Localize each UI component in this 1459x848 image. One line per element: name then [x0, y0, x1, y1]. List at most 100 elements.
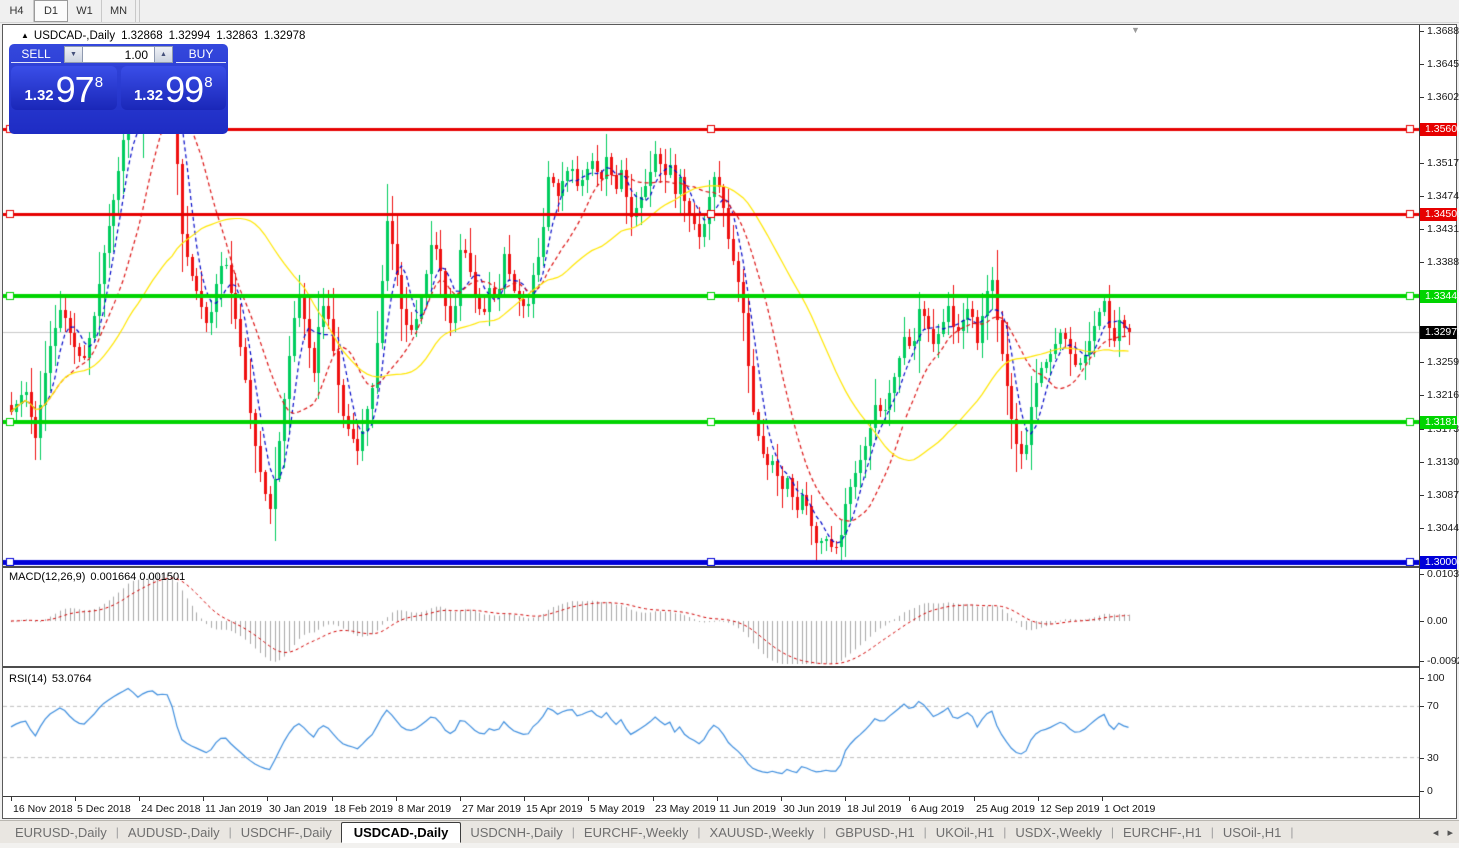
date-axis-label: 18 Jul 2019 [847, 803, 901, 815]
price-scale-tick: 1.31300 [1420, 456, 1457, 469]
price-scale-tick: 1.32590 [1420, 356, 1457, 369]
level-price-label: 1.34501 [1420, 208, 1457, 221]
chart-tab[interactable]: EURUSD-,Daily [6, 823, 116, 842]
macd-indicator-canvas[interactable] [3, 568, 1419, 666]
level-price-label: 1.31812 [1420, 416, 1457, 429]
rsi-scale-tick: 100 [1420, 672, 1457, 685]
chart-tab[interactable]: USDCNH-,Daily [461, 823, 571, 842]
date-axis-label: 24 Dec 2018 [141, 803, 201, 815]
buy-price-big: 99 [165, 73, 203, 107]
collapse-panel-icon[interactable]: ▲ [21, 31, 29, 40]
date-axis-tick [524, 797, 525, 801]
date-axis-label: 30 Jun 2019 [783, 803, 841, 815]
sell-price-button[interactable]: 1.32 97 8 [11, 66, 117, 110]
date-axis-tick [11, 797, 12, 801]
date-axis-label: 18 Feb 2019 [334, 803, 393, 815]
bid-price-label: 1.32978 [1420, 326, 1457, 339]
timeframe-d1-button[interactable]: D1 [34, 0, 68, 22]
date-axis-tick [139, 797, 140, 801]
macd-values: 0.001664 0.001501 [90, 571, 185, 583]
date-axis-tick [1102, 797, 1103, 801]
date-axis-tick [332, 797, 333, 801]
chart-tab[interactable]: UKOil-,H1 [927, 823, 1004, 842]
date-axis[interactable]: 16 Nov 2018 5 Dec 2018 24 Dec 2018 11 Jan 2… [3, 796, 1419, 818]
rsi-scale-tick: 0 [1420, 785, 1457, 798]
macd-label: MACD(12,26,9)0.001664 0.001501 [9, 571, 185, 583]
ohlc-high: 1.32994 [169, 30, 211, 42]
date-axis-label: 12 Sep 2019 [1040, 803, 1100, 815]
tab-scroll-right-icon[interactable]: ▸ [1447, 827, 1453, 839]
date-axis-label: 11 Jun 2019 [719, 803, 776, 815]
ohlc-close: 1.32978 [264, 30, 306, 42]
chart-tab-active[interactable]: USDCAD-,Daily [341, 822, 462, 843]
sell-button[interactable]: SELL [11, 46, 61, 63]
chart-symbol-label: USDCAD-,Daily [34, 30, 115, 42]
buy-button[interactable]: BUY [176, 46, 226, 63]
date-axis-tick [588, 797, 589, 801]
date-axis-tick [717, 797, 718, 801]
level-price-label: 1.35606 [1420, 123, 1457, 136]
chart-tab[interactable]: EURCHF-,H1 [1114, 823, 1211, 842]
timeframe-h4-button[interactable]: H4 [0, 0, 34, 22]
timeframe-mn-button[interactable]: MN [102, 0, 136, 22]
timeframe-toolbar: H4 D1 W1 MN [0, 0, 1459, 23]
rsi-label: RSI(14)53.0764 [9, 673, 92, 685]
rsi-scale-tick: 30 [1420, 752, 1457, 765]
sell-price-big: 97 [56, 73, 94, 107]
chart-tab[interactable]: GBPUSD-,H1 [826, 823, 923, 842]
date-axis-tick [909, 797, 910, 801]
sell-price-prefix: 1.32 [24, 85, 53, 107]
price-scale-tick: 1.30870 [1420, 489, 1457, 502]
chart-window: ▲USDCAD-,Daily1.328681.329941.328631.329… [2, 24, 1457, 819]
date-axis-tick [781, 797, 782, 801]
date-axis-tick [653, 797, 654, 801]
ohlc-open: 1.32868 [121, 30, 163, 42]
rsi-scale-tick: 70 [1420, 700, 1457, 713]
date-axis-label: 30 Jan 2019 [269, 803, 327, 815]
timeframe-w1-button[interactable]: W1 [68, 0, 102, 22]
symbol-tab-bar: EURUSD-,Daily|AUDUSD-,Daily|USDCHF-,Dail… [0, 820, 1459, 843]
price-scale-tick: 1.36020 [1420, 91, 1457, 104]
toolbar-separator [136, 0, 140, 22]
volume-input[interactable] [83, 46, 154, 63]
price-scale-tick: 1.36450 [1420, 58, 1457, 71]
date-axis-tick [1038, 797, 1039, 801]
price-scale-tick: 1.36880 [1420, 25, 1457, 38]
chart-tab[interactable]: EURCHF-,Weekly [575, 823, 698, 842]
date-axis-tick [460, 797, 461, 801]
macd-scale-tick: 0.00 [1420, 615, 1457, 628]
chart-tab[interactable]: AUDUSD-,Daily [119, 823, 229, 842]
date-axis-tick [396, 797, 397, 801]
date-axis-label: 1 Oct 2019 [1104, 803, 1155, 815]
chart-plot-area[interactable]: ▲USDCAD-,Daily1.328681.329941.328631.329… [3, 25, 1419, 818]
volume-increase-button[interactable]: ▲ [154, 46, 173, 63]
price-scale[interactable]: 1.368801.364501.360201.351701.347401.343… [1419, 25, 1456, 818]
chart-tab[interactable]: XAUUSD-,Weekly [701, 823, 824, 842]
level-price-label: 1.33449 [1420, 290, 1457, 303]
buy-price-sup: 8 [204, 68, 212, 98]
rsi-indicator-canvas[interactable] [3, 668, 1419, 796]
chart-shift-marker-icon[interactable]: ▼ [1131, 25, 1140, 35]
sell-price-sup: 8 [95, 68, 103, 98]
chart-tab[interactable]: USDX-,Weekly [1006, 823, 1110, 842]
date-axis-label: 15 Apr 2019 [526, 803, 583, 815]
date-axis-label: 11 Jan 2019 [205, 803, 262, 815]
price-scale-tick: 1.35170 [1420, 157, 1457, 170]
volume-decrease-button[interactable]: ▼ [64, 46, 83, 63]
date-axis-tick [267, 797, 268, 801]
tab-scroll-left-icon[interactable]: ◂ [1433, 827, 1439, 839]
ohlc-low: 1.32863 [216, 30, 258, 42]
date-axis-label: 16 Nov 2018 [13, 803, 73, 815]
date-axis-label: 27 Mar 2019 [462, 803, 521, 815]
date-axis-label: 5 Dec 2018 [77, 803, 131, 815]
chart-tab[interactable]: USDCHF-,Daily [232, 823, 341, 842]
macd-scale-tick: -0.00920 [1420, 655, 1457, 668]
price-scale-tick: 1.30440 [1420, 522, 1457, 535]
chart-tab[interactable]: USOil-,H1 [1214, 823, 1291, 842]
buy-price-button[interactable]: 1.32 99 8 [121, 66, 227, 110]
macd-scale-tick: 0.010311 [1420, 568, 1457, 581]
date-axis-tick [75, 797, 76, 801]
rsi-value: 53.0764 [52, 673, 92, 685]
date-axis-label: 23 May 2019 [655, 803, 716, 815]
price-scale-tick: 1.32160 [1420, 389, 1457, 402]
